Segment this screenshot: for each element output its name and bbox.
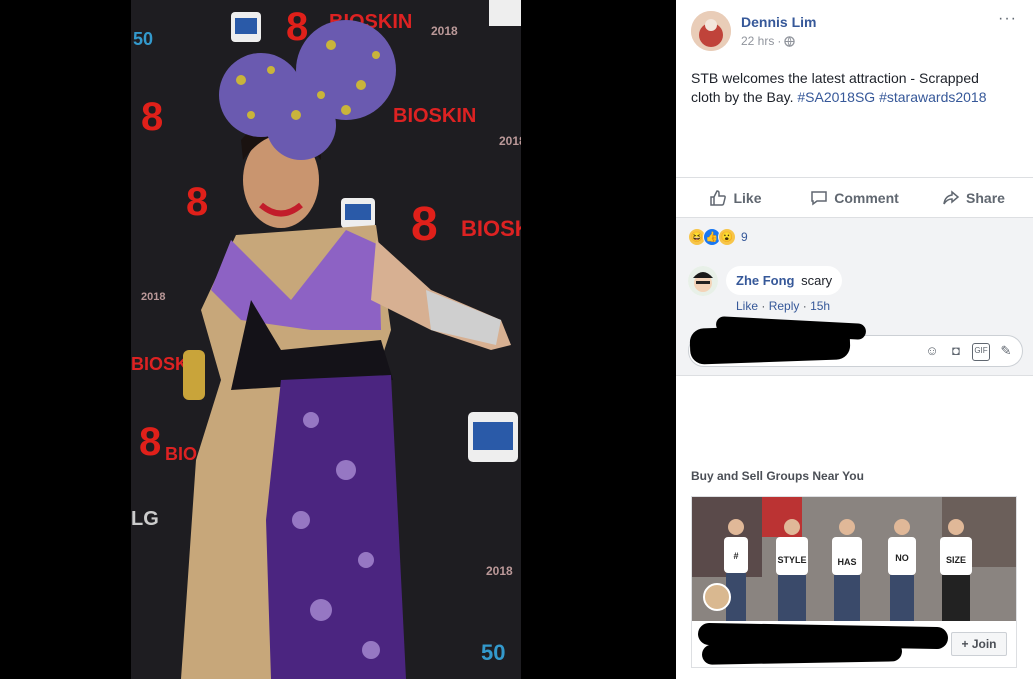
sticker-icon[interactable]: ✎ [998,343,1014,359]
svg-text:LG: LG [131,508,159,530]
join-group-button[interactable]: + Join [951,632,1007,656]
shirt-word: NO [895,553,909,563]
separator: · [761,299,766,313]
comment-icon [811,191,827,206]
comments-panel: 😆 👍 😮 9 Zhe Fong scary Like · Reply · 15… [676,217,1033,376]
emoji-icon[interactable]: ☺ [924,343,940,359]
svg-text:2018: 2018 [499,134,521,148]
svg-text:50: 50 [481,640,505,665]
share-label: Share [966,190,1005,206]
comment-button[interactable]: Comment [795,178,914,218]
share-icon [943,190,960,205]
separator: · [802,299,807,313]
author-name[interactable]: Dennis Lim [741,14,816,30]
post-action-bar: Like Comment Share [676,177,1033,218]
suggestion-title: Buy and Sell Groups Near You [691,469,864,483]
like-button[interactable]: Like [676,178,795,218]
reaction-summary[interactable]: 😆 👍 😮 9 [688,228,748,246]
shirt-word: HAS [837,557,856,567]
comment-reply-link[interactable]: Reply [769,299,800,313]
camera-icon[interactable]: ◘ [948,343,964,359]
svg-text:8: 8 [139,420,161,464]
more-options-icon[interactable]: ··· [998,10,1017,28]
comment-text: scary [801,273,833,288]
share-button[interactable]: Share [914,178,1033,218]
backdrop-logo: BIOSKIN [393,105,476,127]
comment-label: Comment [834,190,899,206]
hashtag[interactable]: #SA2018SG [797,89,875,105]
reaction-count[interactable]: 9 [741,230,748,244]
thumbs-up-icon [710,190,727,206]
shirt-word: STYLE [777,555,806,565]
svg-text:8: 8 [186,180,208,224]
svg-text:2018: 2018 [431,24,458,38]
globe-icon [784,35,796,47]
input-tools: ☺ ◘ GIF ✎ [924,343,1014,361]
author-avatar[interactable] [691,11,731,51]
post-meta: 22 hrs · [741,34,796,48]
wow-icon: 😮 [718,228,736,246]
hashtag[interactable]: #starawards2018 [879,89,986,105]
post-sidebar: Dennis Lim 22 hrs · ··· STB welcomes the… [676,0,1033,679]
svg-text:8: 8 [411,198,438,251]
backdrop-logo: BIOSKI [461,216,521,241]
comment-time[interactable]: 15h [810,299,830,313]
post-photo[interactable]: BIOSKIN BIOSKIN BIOSKI BIOSKIN BIO LG 8 … [131,0,521,679]
photo-viewer: BIOSKIN BIOSKIN BIOSKI BIOSKIN BIO LG 8 … [0,0,676,679]
redaction-scribble [701,641,903,665]
comment-actions: Like · Reply · 15h [736,299,830,313]
suggested-group-card[interactable]: # STYLE HAS NO SIZE + Join [691,496,1017,668]
gif-icon[interactable]: GIF [972,343,990,361]
post-text: STB welcomes the latest attraction - Scr… [691,69,1011,107]
shirt-word: SIZE [946,555,966,565]
comment-like-link[interactable]: Like [736,299,758,313]
backdrop-logo: BIO [165,444,197,464]
group-cover-image[interactable]: # STYLE HAS NO SIZE [692,497,1016,621]
svg-text:50: 50 [133,29,153,49]
svg-text:2018: 2018 [141,291,165,303]
shirt-word: # [733,551,738,561]
comment-bubble: Zhe Fong scary [726,266,843,295]
commenter-avatar[interactable] [688,266,718,296]
like-label: Like [733,190,762,206]
svg-text:8: 8 [141,95,163,139]
commenter-name[interactable]: Zhe Fong [736,273,795,288]
svg-text:2018: 2018 [486,564,513,578]
post-time[interactable]: 22 hrs [741,34,774,48]
meta-separator: · [777,34,782,48]
